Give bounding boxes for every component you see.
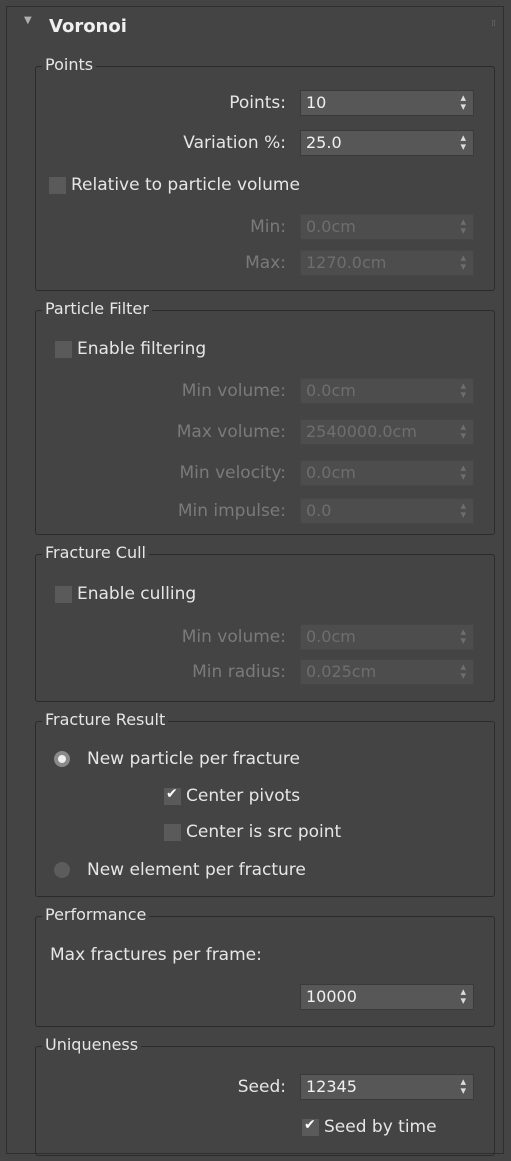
max-spinner[interactable]: 1270.0cm ▴ ▾ <box>300 250 474 276</box>
fracture-result-title: Fracture Result <box>42 709 169 731</box>
rollout-header[interactable]: ▼ Voronoi ⁞⁞ <box>7 7 503 47</box>
relative-checkbox[interactable] <box>49 177 66 194</box>
particle-filter-group: Particle Filter Enable filtering Min vol… <box>35 298 495 535</box>
max-label: Max: <box>245 253 286 273</box>
new-particle-label[interactable]: New particle per fracture <box>87 749 300 769</box>
seed-by-time-label[interactable]: Seed by time <box>324 1117 437 1137</box>
enable-filtering-checkbox[interactable] <box>55 341 72 358</box>
min-velocity-label: Min velocity: <box>179 463 287 483</box>
collapse-arrow-icon[interactable]: ▼ <box>24 15 32 26</box>
variation-spinner[interactable]: 25.0 ▴ ▾ <box>300 130 474 156</box>
cull-min-volume-spinner[interactable]: 0.0cm ▴ ▾ <box>300 624 474 650</box>
enable-culling-checkbox[interactable] <box>55 586 72 603</box>
min-velocity-value[interactable]: 0.0cm <box>306 463 356 482</box>
spinner-arrows-icon[interactable]: ▴ ▾ <box>460 216 466 236</box>
min-impulse-value[interactable]: 0.0 <box>306 501 331 520</box>
points-group: Points Points: 10 ▴ ▾ Variation %: 25.0 ▴… <box>35 54 495 291</box>
seed-by-time-checkbox[interactable]: ✔ <box>302 1117 319 1136</box>
center-pivots-checkbox[interactable]: ✔ <box>164 786 181 805</box>
center-pivots-label[interactable]: Center pivots <box>186 786 300 806</box>
variation-value[interactable]: 25.0 <box>306 133 342 152</box>
min-impulse-label: Min impulse: <box>177 501 286 521</box>
enable-filtering-label[interactable]: Enable filtering <box>77 339 206 359</box>
spinner-arrows-icon[interactable]: ▴ ▾ <box>460 462 466 482</box>
uniqueness-title: Uniqueness <box>42 1034 142 1056</box>
cull-min-volume-label: Min volume: <box>181 627 286 647</box>
min-radius-label: Min radius: <box>192 662 286 682</box>
points-spinner[interactable]: 10 ▴ ▾ <box>300 90 474 116</box>
min-impulse-spinner[interactable]: 0.0 ▴ ▾ <box>300 498 474 524</box>
min-radius-value[interactable]: 0.025cm <box>306 662 376 681</box>
max-volume-label: Max volume: <box>176 422 286 442</box>
spinner-arrows-icon[interactable]: ▴ ▾ <box>460 132 466 152</box>
new-element-label[interactable]: New element per fracture <box>87 860 306 880</box>
spinner-arrows-icon[interactable]: ▴ ▾ <box>460 421 466 441</box>
min-spinner[interactable]: 0.0cm ▴ ▾ <box>300 214 474 240</box>
points-label: Points: <box>229 93 286 113</box>
max-fractures-spinner[interactable]: 10000 ▴ ▾ <box>300 984 474 1010</box>
min-label: Min: <box>250 217 286 237</box>
spinner-arrows-icon[interactable]: ▴ ▾ <box>460 380 466 400</box>
fracture-cull-title: Fracture Cull <box>42 542 149 564</box>
min-volume-label: Min volume: <box>181 381 286 401</box>
seed-value[interactable]: 12345 <box>306 1077 357 1096</box>
points-value[interactable]: 10 <box>306 93 326 112</box>
max-volume-spinner[interactable]: 2540000.0cm ▴ ▾ <box>300 419 474 445</box>
max-fractures-value[interactable]: 10000 <box>306 987 357 1006</box>
spinner-arrows-icon[interactable]: ▴ ▾ <box>460 661 466 681</box>
cull-min-volume-value[interactable]: 0.0cm <box>306 627 356 646</box>
seed-spinner[interactable]: 12345 ▴ ▾ <box>300 1074 474 1100</box>
enable-culling-label[interactable]: Enable culling <box>77 584 196 604</box>
performance-title: Performance <box>42 904 150 926</box>
fracture-result-group: Fracture Result New particle per fractur… <box>35 709 495 897</box>
rollout-title: Voronoi <box>49 16 127 37</box>
max-fractures-label: Max fractures per frame: <box>50 945 262 965</box>
min-volume-spinner[interactable]: 0.0cm ▴ ▾ <box>300 378 474 404</box>
spinner-arrows-icon[interactable]: ▴ ▾ <box>460 500 466 520</box>
min-value[interactable]: 0.0cm <box>306 217 356 236</box>
relative-label[interactable]: Relative to particle volume <box>71 175 300 195</box>
checkmark-icon: ✔ <box>304 1117 316 1133</box>
spinner-arrows-icon[interactable]: ▴ ▾ <box>460 626 466 646</box>
uniqueness-group: Uniqueness Seed: 12345 ▴ ▾ ✔ Seed by time <box>35 1034 495 1156</box>
voronoi-rollout: ▼ Voronoi ⁞⁞ Points Points: 10 ▴ ▾ Variat… <box>6 6 504 1156</box>
new-particle-radio[interactable] <box>54 751 70 767</box>
center-src-checkbox[interactable] <box>164 824 181 841</box>
performance-group: Performance Max fractures per frame: 100… <box>35 904 495 1027</box>
grip-icon[interactable]: ⁞⁞ <box>491 19 496 29</box>
spinner-arrows-icon[interactable]: ▴ ▾ <box>460 1076 466 1096</box>
particle-filter-title: Particle Filter <box>42 298 152 320</box>
spinner-arrows-icon[interactable]: ▴ ▾ <box>460 986 466 1006</box>
seed-label: Seed: <box>237 1077 286 1097</box>
spinner-arrows-icon[interactable]: ▴ ▾ <box>460 252 466 272</box>
min-velocity-spinner[interactable]: 0.0cm ▴ ▾ <box>300 460 474 486</box>
checkmark-icon: ✔ <box>166 786 178 802</box>
variation-label: Variation %: <box>183 133 286 153</box>
min-radius-spinner[interactable]: 0.025cm ▴ ▾ <box>300 659 474 685</box>
max-volume-value[interactable]: 2540000.0cm <box>306 422 417 441</box>
spinner-arrows-icon[interactable]: ▴ ▾ <box>460 92 466 112</box>
min-volume-value[interactable]: 0.0cm <box>306 381 356 400</box>
points-group-title: Points <box>42 54 97 76</box>
center-src-label[interactable]: Center is src point <box>186 822 341 842</box>
max-value[interactable]: 1270.0cm <box>306 253 386 272</box>
fracture-cull-group: Fracture Cull Enable culling Min volume:… <box>35 542 495 702</box>
new-element-radio[interactable] <box>54 862 70 878</box>
